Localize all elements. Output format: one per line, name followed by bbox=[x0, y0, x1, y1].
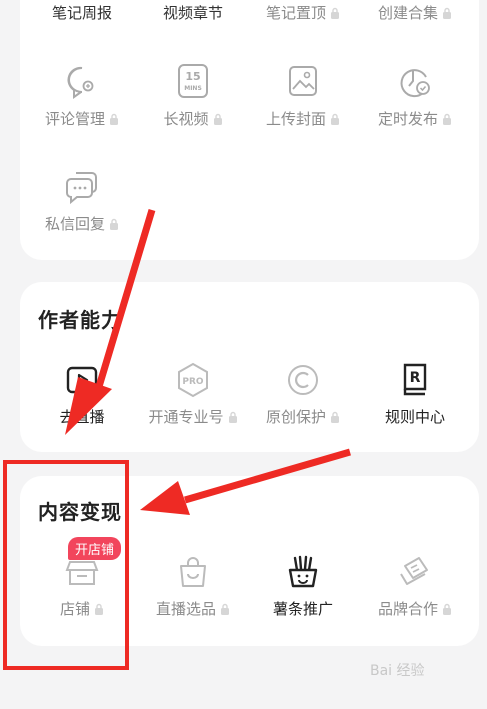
arrow-left-annotation bbox=[140, 448, 351, 515]
watermark: Bai 经验 bbox=[370, 663, 425, 679]
annotation-arrows bbox=[65, 208, 351, 515]
arrow-down-annotation bbox=[65, 208, 156, 435]
